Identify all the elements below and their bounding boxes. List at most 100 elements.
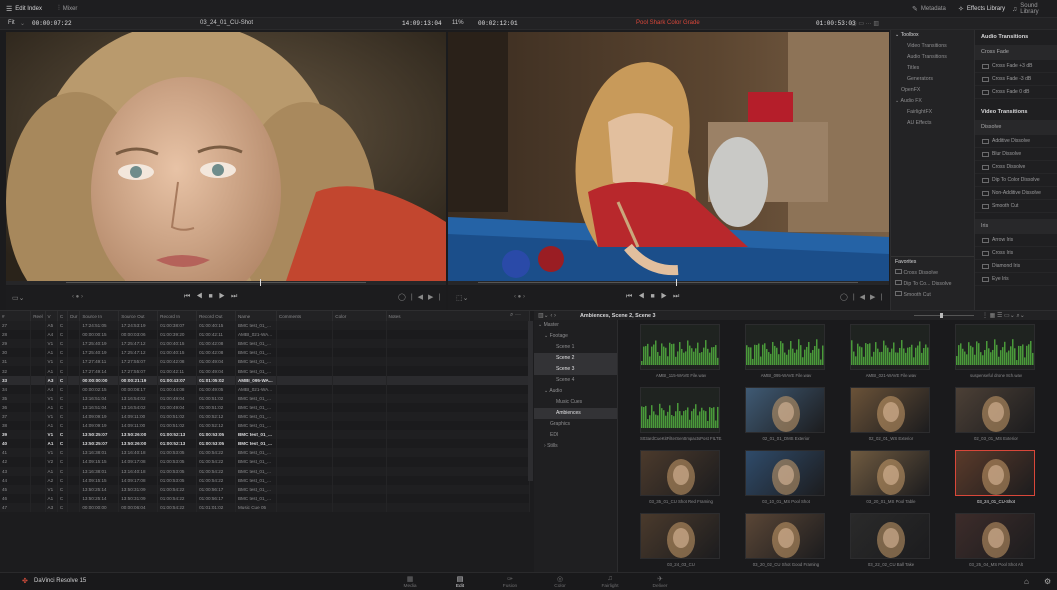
edit-index-scrollbar[interactable]: [528, 321, 533, 481]
thumbnail-size-slider[interactable]: [914, 313, 974, 318]
page-tab-fusion[interactable]: ✑ Fusion: [490, 575, 530, 589]
bin-scene-3[interactable]: Scene 3: [534, 364, 617, 375]
column-header[interactable]: C: [57, 311, 69, 321]
table-row[interactable]: 30 A1 C 17:25:40:19 17:25:47:12 01:00:40:15 01…: [0, 348, 530, 358]
effect-item[interactable]: Non-Additive Dissolve: [975, 187, 1057, 200]
bin-scene-4[interactable]: Scene 4: [534, 375, 617, 386]
mixer-toggle[interactable]: ⫶ Mixer: [58, 4, 77, 14]
bin-master[interactable]: ⌄ Master: [534, 320, 617, 331]
column-header[interactable]: Comments: [276, 311, 334, 321]
timeline-name[interactable]: Pool Shark Color Grade: [636, 20, 700, 26]
viewer-options-icon[interactable]: ▢ ▭ ··· ▥: [851, 20, 879, 27]
media-clip[interactable]: 02_03_01_MS Exterior: [955, 387, 1037, 441]
favorite-item[interactable]: Smooth Cut: [891, 290, 975, 301]
table-row[interactable]: 28 A4 C 00:00:00:15 00:00:03:06 01:00:39:20 01…: [0, 330, 530, 340]
fit-dropdown[interactable]: Fit: [8, 20, 15, 26]
table-row[interactable]: 31 V1 C 17:27:49:11 17:27:55:07 01:00:42:08 01…: [0, 357, 530, 367]
media-clip[interactable]: 03_35_01_CU Shot Red Framing: [640, 450, 722, 504]
effect-item[interactable]: Blur Dissolve: [975, 148, 1057, 161]
source-viewer[interactable]: [6, 32, 446, 281]
bin-edi[interactable]: EDI: [534, 430, 617, 441]
transport-buttons[interactable]: ⏮◀■▶⏭: [184, 293, 243, 301]
column-header[interactable]: Name: [235, 311, 277, 321]
home-icon[interactable]: ⌂: [1024, 577, 1029, 586]
tree-item-generators[interactable]: Generators: [891, 74, 974, 85]
table-row[interactable]: 39 V1 C 13:50:25:07 13:50:26:00 01:00:52:13 01…: [0, 430, 530, 440]
table-row[interactable]: 46 A1 C 13:50:25:14 13:50:31:09 01:00:54:22 01…: [0, 493, 530, 503]
bin-scene-2[interactable]: Scene 2: [534, 353, 617, 364]
page-tab-deliver[interactable]: ✈ Deliver: [640, 575, 680, 589]
media-clip[interactable]: 02_02_01_WS Exterior: [850, 387, 932, 441]
tree-item-titles[interactable]: Titles: [891, 63, 974, 74]
table-row[interactable]: 41 V1 C 13:16:38:01 13:16:40:18 01:00:53:05 01…: [0, 448, 530, 458]
table-row[interactable]: 27 A5 C 17:24:51:05 17:24:53:19 01:00:38:07 01…: [0, 321, 530, 331]
sound-library-toggle[interactable]: ♫ Sound Library: [1012, 3, 1057, 15]
table-row[interactable]: 33 A3 C 00:00:00:00 00:00:21:19 01:00:43:07 01…: [0, 375, 530, 385]
table-row[interactable]: 29 V1 C 17:25:40:19 17:25:47:12 01:00:40:15 01…: [0, 339, 530, 349]
column-header[interactable]: Dur: [67, 311, 81, 321]
favorite-item[interactable]: Dip To Co... Dissolve: [891, 279, 975, 290]
tree-item-audio-fx[interactable]: ⌄ Audio FX: [891, 96, 974, 107]
effect-item[interactable]: Cross Fade -3 dB: [975, 73, 1057, 86]
column-header[interactable]: Record In: [157, 311, 198, 321]
column-header[interactable]: Source In: [79, 311, 120, 321]
metadata-toggle[interactable]: ✎ Metadata: [912, 4, 946, 14]
bin-graphics[interactable]: Graphics: [534, 419, 617, 430]
more-icon[interactable]: ···: [436, 20, 442, 26]
view-options-icon[interactable]: ⬚⌄: [456, 294, 468, 302]
page-tab-media[interactable]: ▦ Media: [390, 575, 430, 589]
column-header[interactable]: Reel: [30, 311, 46, 321]
bin-audio[interactable]: ⌄ Audio: [534, 386, 617, 397]
in-out-buttons[interactable]: ◯|◀▶|: [398, 293, 445, 301]
bin-music-cues[interactable]: Music Cues: [534, 397, 617, 408]
table-row[interactable]: 40 A1 C 13:50:25:07 13:50:26:00 01:00:52:13 01…: [0, 439, 530, 449]
transport-buttons[interactable]: ⏮◀■▶⏭: [626, 293, 685, 301]
table-row[interactable]: 34 A4 C 00:00:02:15 00:00:08:17 01:00:44:08 01…: [0, 384, 530, 394]
tree-item-audio-transitions[interactable]: Audio Transitions: [891, 52, 974, 63]
source-clip-name[interactable]: 03_24_01_CU-Shot: [200, 20, 253, 26]
media-clip[interactable]: AMBI_095-WAVE File.wav: [745, 324, 827, 378]
media-clip[interactable]: AMBI_115-WAVE File.wav: [640, 324, 722, 378]
table-row[interactable]: 38 A1 C 14:09:09:19 14:09:11:00 01:00:51:02 01…: [0, 421, 530, 431]
column-header[interactable]: V: [45, 311, 58, 321]
effect-item[interactable]: Cross Fade +3 dB: [975, 60, 1057, 73]
in-out-buttons[interactable]: ◯|◀▶|: [840, 293, 887, 301]
media-clip[interactable]: suspenseful drone 8ch.wav: [955, 324, 1037, 378]
table-row[interactable]: 44 A2 C 14:09:15:15 14:09:17:08 01:00:53:05 01…: [0, 475, 530, 485]
search-icon[interactable]: ⌕ ···: [510, 312, 521, 319]
media-clip[interactable]: AMBI_021-WAVE File.wav: [850, 324, 932, 378]
bin-footage[interactable]: ⌄ Footage: [534, 331, 617, 342]
column-header[interactable]: Source Out: [118, 311, 159, 321]
effect-item[interactable]: Arrow Iris: [975, 234, 1057, 247]
media-clip[interactable]: 03_24_01_CU-Shot: [955, 450, 1037, 504]
tree-item-fairlightfx[interactable]: FairlightFX: [891, 107, 974, 118]
tree-item-openfx[interactable]: OpenFX: [891, 85, 974, 96]
table-row[interactable]: 35 V1 C 13:16:51:04 13:16:54:02 01:00:49:04 01…: [0, 393, 530, 403]
column-header[interactable]: #: [0, 311, 32, 321]
table-row[interactable]: 37 V1 C 14:09:09:19 14:09:11:00 01:00:51:02 01…: [0, 411, 530, 422]
column-header[interactable]: Notes: [386, 311, 530, 321]
zoom-dropdown[interactable]: 11%: [452, 20, 464, 26]
view-mode-icon[interactable]: ⋮ ▦ ☰ ▭⌄ ⌕⌄: [982, 312, 1025, 320]
table-row[interactable]: 43 A1 C 13:16:38:01 13:16:40:18 01:00:53:05 01…: [0, 466, 530, 476]
jog-control-icon[interactable]: ‹ ● ›: [514, 294, 525, 300]
source-scrubber[interactable]: [6, 279, 446, 286]
edit-index-toggle[interactable]: ☰ Edit Index: [6, 4, 42, 14]
gear-icon[interactable]: ⚙: [1044, 577, 1051, 586]
page-tab-edit[interactable]: ▤ Edit: [440, 575, 480, 589]
bin-stills[interactable]: › Stills: [534, 441, 617, 452]
page-tab-color[interactable]: ◎ Color: [540, 575, 580, 589]
effects-library-toggle[interactable]: ✧ Effects Library: [958, 4, 1005, 14]
effect-item[interactable]: Smooth Cut: [975, 200, 1057, 213]
effect-item[interactable]: Dip To Color Dissolve: [975, 174, 1057, 187]
tree-item-au-effects[interactable]: AU Effects: [891, 118, 974, 129]
page-tab-fairlight[interactable]: ♫ Fairlight: [590, 575, 630, 589]
timeline-scrubber[interactable]: [448, 279, 889, 286]
table-row[interactable]: 36 A1 C 13:16:51:04 13:16:54:02 01:00:49:04 01…: [0, 402, 530, 412]
column-header[interactable]: Record Out: [196, 311, 236, 321]
table-row[interactable]: 42 V2 C 14:09:15:15 14:09:17:08 01:00:53:05 01…: [0, 457, 530, 467]
media-clip[interactable]: 02_01_01_DMS Exterior: [745, 387, 827, 441]
effect-item[interactable]: Cross Iris: [975, 247, 1057, 260]
jog-control-icon[interactable]: ‹ ● ›: [72, 294, 83, 300]
bin-view-icon[interactable]: ▥⌄ ‹ ›: [538, 312, 556, 319]
